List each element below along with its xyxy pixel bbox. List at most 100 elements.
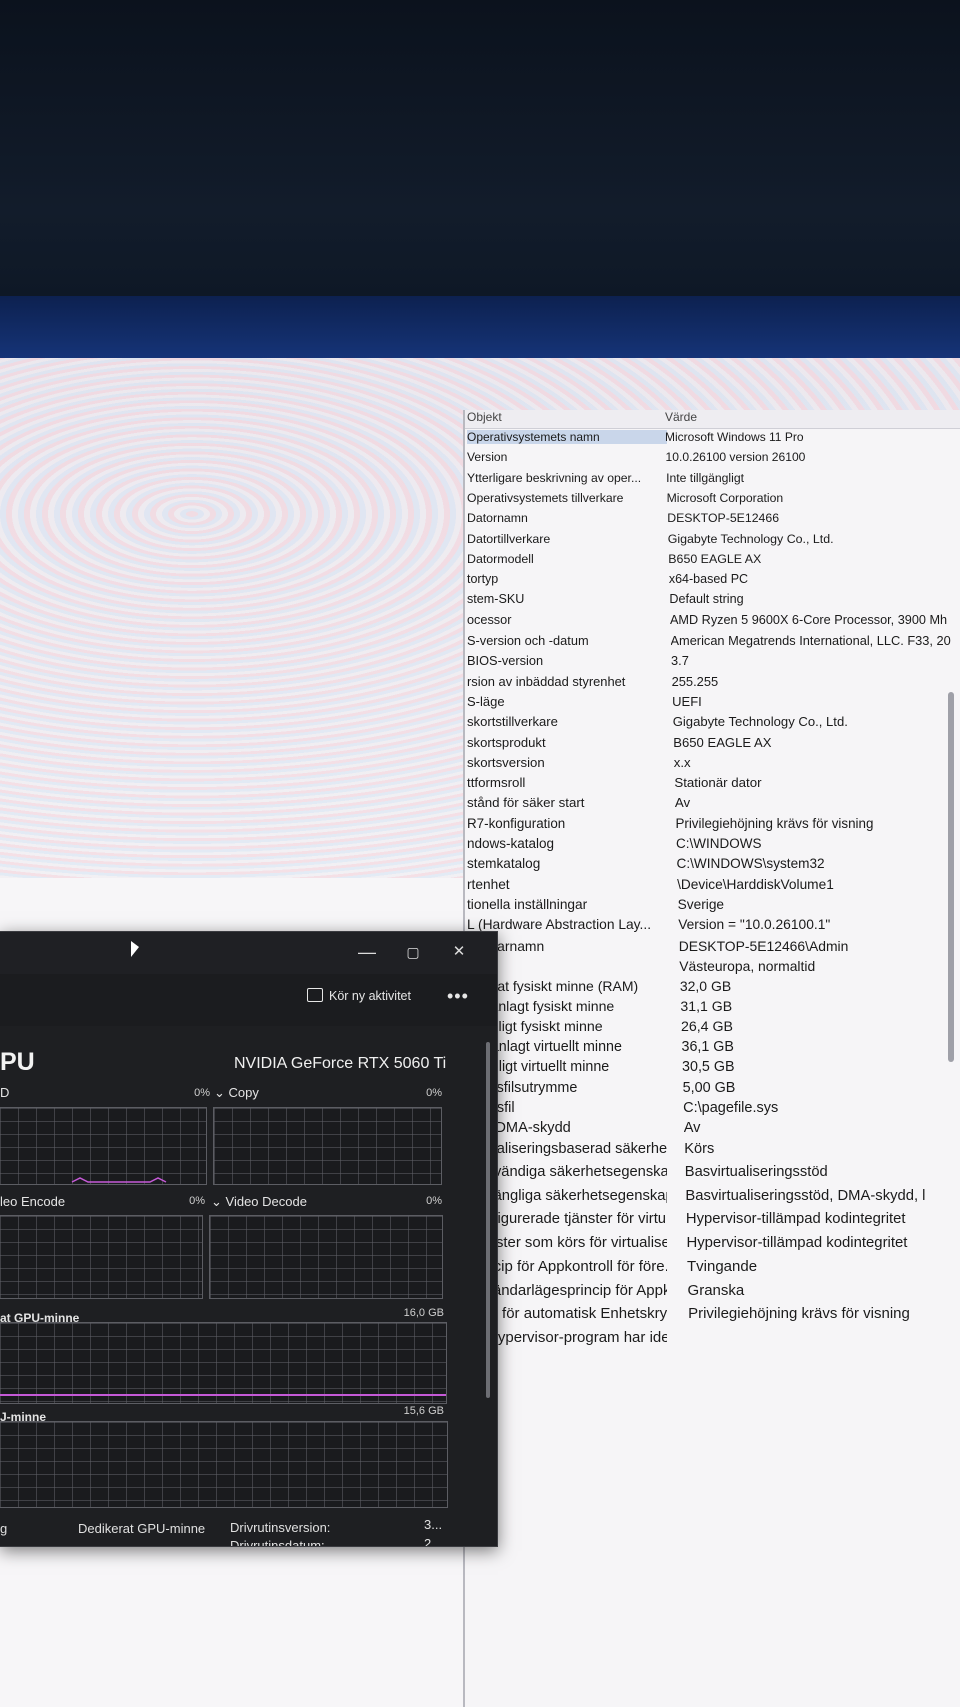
table-row[interactable]: ocessor AMD Ryzen 5 9600X 6-Core Processo… [465, 613, 960, 633]
table-row[interactable]: rtenhet \Device\HarddiskVolume1 [465, 877, 960, 897]
table-row[interactable]: Nödvändiga säkerhetsegenska... Basvirtual… [465, 1164, 960, 1184]
column-header-item[interactable]: Objekt [467, 410, 667, 424]
table-row[interactable]: szonVästeuropa, normaltid [465, 958, 960, 978]
row-value: C:\pagefile.sys [683, 1100, 779, 1116]
graph-3d [0, 1107, 207, 1185]
maximize-button[interactable]: ▢ [398, 938, 428, 966]
table-row[interactable]: gängligt virtuellt minne 30,5 GB [465, 1059, 960, 1079]
row-item: stemkatalog [467, 856, 541, 871]
graph-label-copy[interactable]: ⌄ Copy [214, 1085, 259, 1101]
row-value: Privilegiehöjning krävs för visning [688, 1305, 910, 1322]
row-value: x64-based PC [668, 572, 749, 586]
graph-label-video-decode[interactable]: ⌄ Video Decode [211, 1194, 307, 1210]
table-row[interactable]: Ett hypervisor-program har ide... [465, 1329, 960, 1349]
table-row[interactable]: L (Hardware Abstraction Lay... Version = … [465, 917, 960, 937]
table-row[interactable]: Stöd för automatisk Enhetskryp... Privile… [465, 1305, 960, 1325]
table-row[interactable]: Operativsystemets tillverkare Microsoft C… [465, 491, 960, 511]
table-row[interactable]: Virtualiseringsbaserad säkerhet Körs [465, 1141, 960, 1161]
table-row[interactable]: rnel DMA-skydd Av [465, 1120, 960, 1140]
table-row[interactable]: Princip för Appkontroll för före... Tving… [465, 1258, 960, 1278]
row-value: 31,1 GB [680, 998, 733, 1014]
row-value: Basvirtualiseringsstöd, DMA-skydd, l [685, 1188, 926, 1204]
row-value: Hypervisor-tillämpad kodintegritet [686, 1235, 908, 1251]
table-row[interactable]: rsion av inbäddad styrenhet 255.255 [465, 674, 960, 694]
row-item: Operativsystemets namn [467, 430, 667, 444]
table-row[interactable]: ttformsroll Stationär dator [465, 775, 960, 795]
task-manager-window: — ▢ ✕ Kör ny aktivitet ••• PU NVIDIA GeF… [0, 931, 498, 1547]
table-row[interactable]: R7-konfiguration Privilegiehöjning krävs … [465, 816, 960, 836]
column-header-value[interactable]: Värde [665, 410, 960, 424]
row-value: \Device\HarddiskVolume1 [677, 877, 834, 892]
row-value: 10.0.26100 version 26100 [665, 450, 806, 464]
table-row[interactable]: skortsversion x.x [465, 755, 960, 775]
table-row[interactable]: Datormodell B650 EAGLE AX [465, 552, 960, 572]
table-row[interactable]: S-version och -datum American Megatrends … [465, 633, 960, 653]
table-row[interactable]: vändarnamn DESKTOP-5E12466\Admin [465, 938, 960, 958]
row-value: Default string [669, 592, 744, 606]
row-value: 32,0 GB [679, 978, 732, 994]
table-row[interactable]: Operativsystemets namn Microsoft Windows … [465, 430, 960, 450]
table-row[interactable]: skortsprodukt B650 EAGLE AX [465, 735, 960, 755]
row-value: Version = "10.0.26100.1" [678, 917, 831, 932]
row-item: skortstillverkare [467, 714, 558, 729]
table-row[interactable]: ndows-katalog C:\WINDOWS [465, 836, 960, 856]
table-row[interactable]: tionella inställningar Sverige [465, 897, 960, 917]
table-row[interactable]: Konfigurerade tjänster för virtu... Hyper… [465, 1211, 960, 1231]
row-item: Datortillverkare [467, 532, 551, 546]
graph-pct-copy: 0% [426, 1087, 442, 1099]
table-row[interactable]: mmanlagt virtuellt minne 36,1 GB [465, 1039, 960, 1059]
table-row[interactable]: Ytterligare beskrivning av oper... Inte t… [465, 471, 960, 491]
chevron-down-icon: ⌄ [211, 1194, 226, 1209]
table-row[interactable]: tallerat fysiskt minne (RAM) 32,0 GB [465, 978, 960, 998]
chevron-down-icon: ⌄ [214, 1085, 229, 1100]
task-manager-scrollbar[interactable] [486, 1042, 490, 1398]
table-row[interactable]: mmanlagt fysiskt minne 31,1 GB [465, 998, 960, 1018]
table-row[interactable]: Version 10.0.26100 version 26100 [465, 450, 960, 470]
row-item: stem-SKU [467, 592, 525, 606]
run-new-task-button[interactable]: Kör ny aktivitet [307, 988, 411, 1012]
graph-label-video-encode[interactable]: leo Encode [0, 1194, 65, 1209]
row-value: B650 EAGLE AX [668, 552, 762, 566]
table-row[interactable]: skortstillverkare Gigabyte Technology Co.… [465, 714, 960, 734]
more-options-button[interactable]: ••• [447, 986, 469, 1007]
table-row[interactable]: Tjänster som körs för virtualise... Hyper… [465, 1235, 960, 1255]
table-row[interactable]: tortyp x64-based PC [465, 572, 960, 592]
row-item: skortsversion [467, 755, 545, 770]
dedicated-memory-usage-line [0, 1394, 446, 1396]
row-value: UEFI [672, 694, 702, 709]
row-value: 5,00 GB [682, 1080, 736, 1096]
graph-pct-video-encode: 0% [189, 1195, 205, 1207]
row-item: L (Hardware Abstraction Lay... [467, 917, 652, 932]
table-row[interactable]: gängligt fysiskt minne 26,4 GB [465, 1019, 960, 1039]
table-row[interactable]: Datortillverkare Gigabyte Technology Co.,… [465, 532, 960, 552]
row-value: 26,4 GB [680, 1019, 733, 1035]
row-value: Av [683, 1120, 701, 1136]
title-bar[interactable]: — ▢ ✕ [0, 932, 497, 974]
toolbar [0, 974, 497, 1026]
mouse-cursor-icon [131, 941, 139, 957]
row-item: Ytterligare beskrivning av oper... [467, 471, 642, 485]
graph-label-3d[interactable]: D [0, 1085, 9, 1100]
row-value: 3.7 [671, 653, 689, 668]
close-button[interactable]: ✕ [444, 938, 474, 966]
table-row[interactable]: S-läge UEFI [465, 694, 960, 714]
table-row[interactable]: Användarlägesprincip för Appk... Granska [465, 1282, 960, 1302]
table-row[interactable]: xlingsfilsutrymme 5,00 GB [465, 1080, 960, 1100]
table-row[interactable]: BIOS-version 3.7 [465, 653, 960, 673]
table-row[interactable]: stem-SKU Default string [465, 592, 960, 612]
minimize-button[interactable]: — [352, 938, 382, 966]
row-value: DESKTOP-5E12466\Admin [678, 938, 849, 954]
table-row[interactable]: xlingsfilC:\pagefile.sys [465, 1100, 960, 1120]
graph-video-decode [209, 1215, 443, 1299]
table-row[interactable]: stånd för säker start Av [465, 795, 960, 815]
graph-pct-video-decode: 0% [426, 1195, 442, 1207]
graph-3d-line [71, 1177, 167, 1183]
table-row[interactable]: Datornamn DESKTOP-5E12466 [465, 511, 960, 531]
graph-dedicated-memory [0, 1322, 447, 1404]
shared-memory-max: 15,6 GB [403, 1405, 444, 1417]
row-value: Västeuropa, normaltid [679, 958, 816, 974]
row-value: Granska [687, 1282, 745, 1299]
table-row[interactable]: Tillgängliga säkerhetsegenskap... Basvirt… [465, 1188, 960, 1208]
table-row[interactable]: stemkatalog C:\WINDOWS\system32 [465, 856, 960, 876]
vertical-scrollbar[interactable] [948, 692, 954, 1062]
